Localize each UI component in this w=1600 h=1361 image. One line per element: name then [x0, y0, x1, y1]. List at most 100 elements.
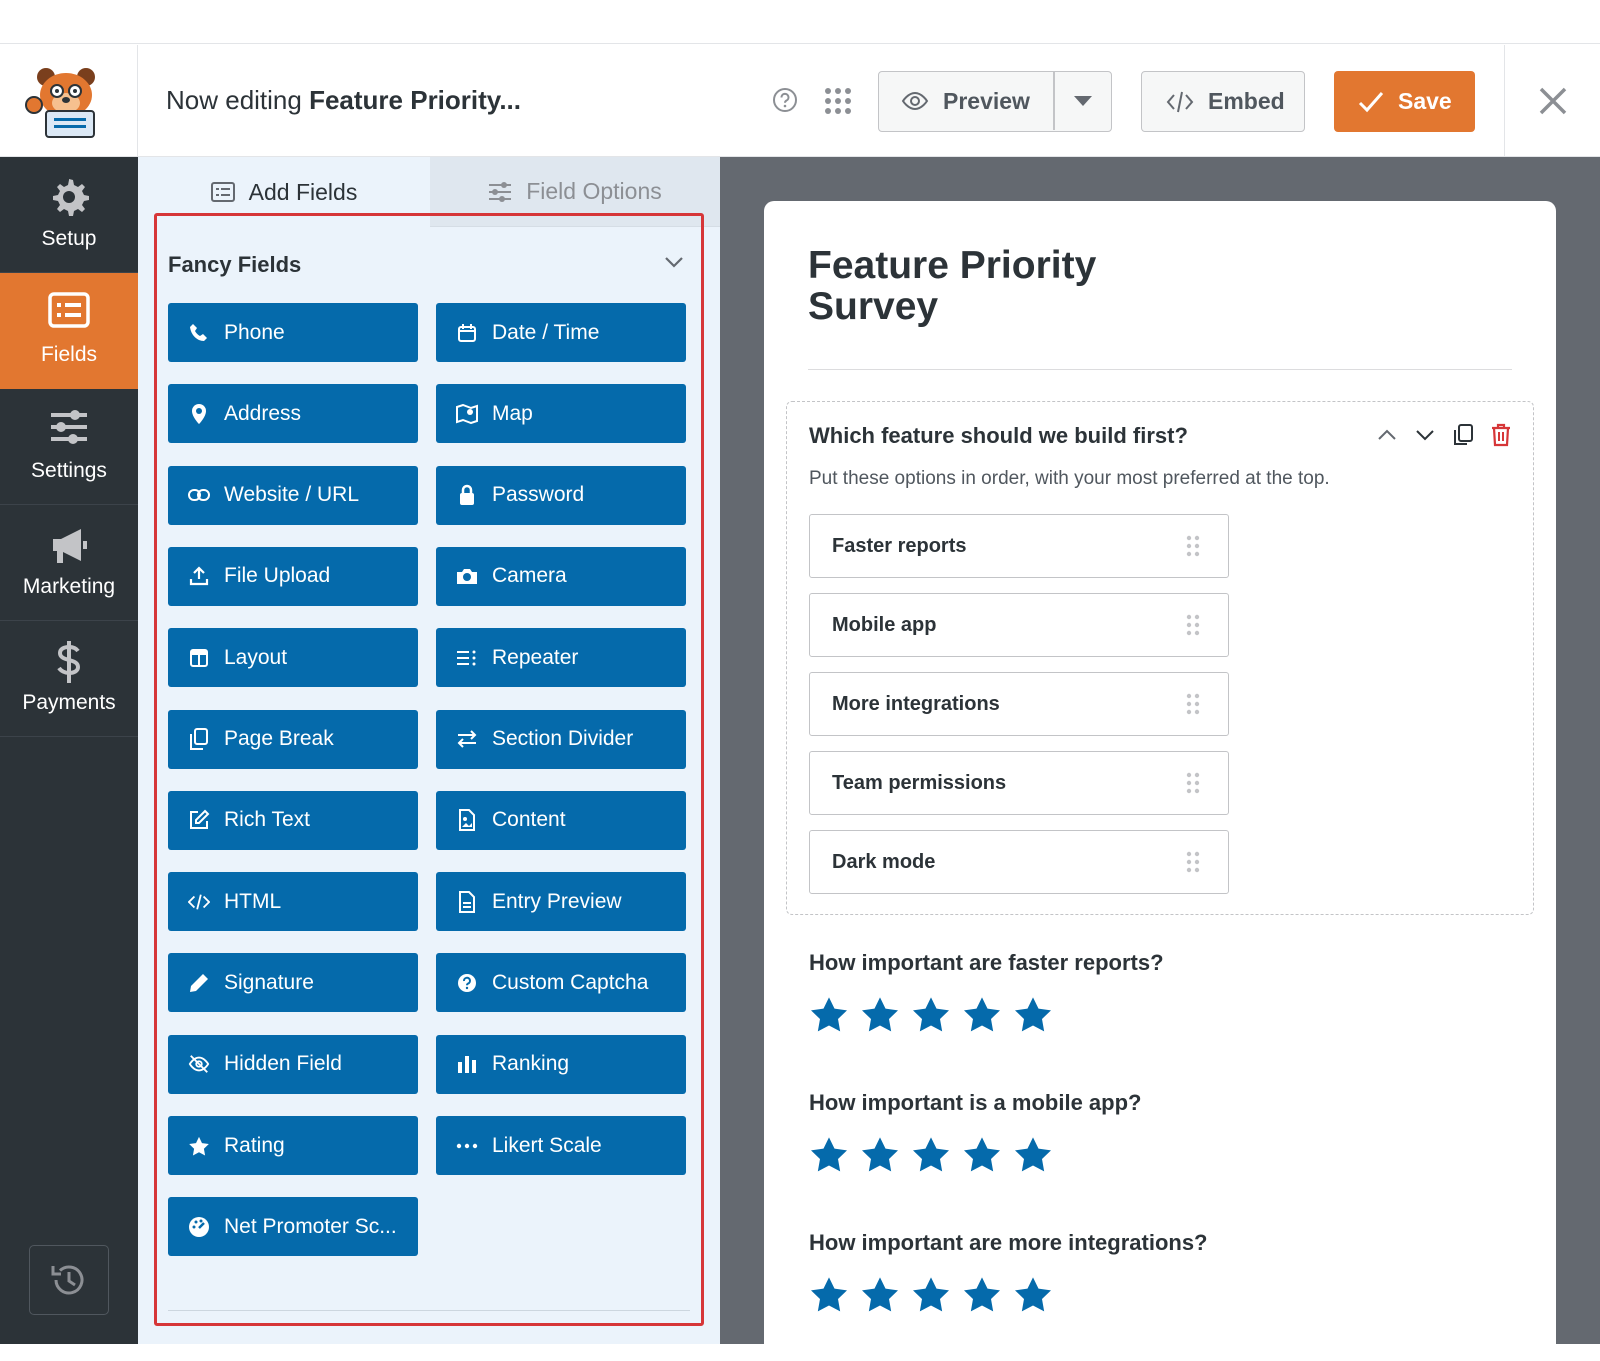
- nav-item-payments[interactable]: Payments: [0, 621, 138, 737]
- sliders-icon: [489, 181, 512, 202]
- ranking-option[interactable]: Dark mode: [809, 830, 1229, 894]
- preview-dropdown-toggle[interactable]: [1055, 72, 1111, 130]
- save-button[interactable]: Save: [1334, 71, 1475, 132]
- preview-button[interactable]: Preview: [879, 72, 1053, 130]
- nav-label: Fields: [40, 343, 98, 366]
- ranking-option[interactable]: Team permissions: [809, 751, 1229, 815]
- calendar-icon: [456, 322, 478, 344]
- wpforms-logo[interactable]: [0, 45, 138, 157]
- field-button-repeater[interactable]: Repeater: [436, 628, 686, 688]
- close-icon: [1539, 87, 1566, 115]
- list-form-icon: [48, 292, 90, 328]
- field-button-html[interactable]: HTML: [168, 872, 418, 932]
- star-icon[interactable]: [962, 995, 1002, 1038]
- star-icon[interactable]: [911, 995, 951, 1038]
- star-icon[interactable]: [809, 1135, 849, 1178]
- star-icon[interactable]: [911, 1275, 951, 1318]
- field-button-label: Entry Preview: [492, 889, 622, 913]
- star-icon[interactable]: [962, 1135, 1002, 1178]
- field-button-file-upload[interactable]: File Upload: [168, 546, 418, 606]
- field-button-website-url[interactable]: Website / URL: [168, 465, 418, 525]
- duplicate-icon[interactable]: [1452, 423, 1474, 447]
- field-button-signature[interactable]: Signature: [168, 953, 418, 1013]
- question-circle-icon[interactable]: [772, 87, 798, 113]
- star-icon[interactable]: [809, 1275, 849, 1318]
- form-preview-card: Feature Priority Survey Which feature sh…: [764, 201, 1556, 1361]
- star-icon[interactable]: [1013, 1275, 1053, 1318]
- ranking-option[interactable]: Mobile app: [809, 593, 1229, 657]
- gear-icon: [53, 179, 89, 216]
- chevron-up-icon[interactable]: [1376, 423, 1398, 447]
- field-button-section-divider[interactable]: Section Divider: [436, 709, 686, 769]
- star-icon[interactable]: [1013, 1135, 1053, 1178]
- field-button-label: Hidden Field: [224, 1052, 342, 1076]
- divider: [808, 369, 1512, 370]
- rating-question-label: How important is a mobile app?: [809, 1090, 1142, 1115]
- list-icon: [210, 182, 235, 202]
- grid-dots-icon[interactable]: [824, 87, 852, 115]
- field-button-ranking[interactable]: Ranking: [436, 1034, 686, 1094]
- ranking-option[interactable]: Faster reports: [809, 514, 1229, 578]
- field-button-rich-text[interactable]: Rich Text: [168, 790, 418, 850]
- rating-question-label: How important are faster reports?: [809, 950, 1164, 975]
- nav-label: Settings: [31, 459, 107, 482]
- history-icon: [51, 1265, 84, 1295]
- star-icon[interactable]: [860, 1275, 900, 1318]
- field-button-content[interactable]: Content: [436, 790, 686, 850]
- chevron-down-icon[interactable]: [1414, 423, 1436, 447]
- section-title-fancy-fields[interactable]: Fancy Fields: [168, 252, 301, 278]
- field-button-custom-captcha[interactable]: Custom Captcha: [436, 953, 686, 1013]
- drag-handle-icon[interactable]: [1186, 535, 1200, 563]
- field-button-hidden-field[interactable]: Hidden Field: [168, 1034, 418, 1094]
- star-icon[interactable]: [860, 995, 900, 1038]
- preview-label: Preview: [943, 87, 1030, 114]
- form-title: Feature Priority Survey: [808, 244, 1097, 328]
- star-icon[interactable]: [860, 1135, 900, 1178]
- field-button-label: Signature: [224, 970, 314, 994]
- nav-item-fields[interactable]: Fields: [0, 273, 138, 389]
- nav-item-marketing[interactable]: Marketing: [0, 505, 138, 621]
- field-button-label: Address: [224, 401, 302, 425]
- field-button-label: Website / URL: [224, 483, 359, 507]
- field-button-phone[interactable]: Phone: [168, 303, 418, 362]
- chevron-down-icon[interactable]: [664, 255, 684, 273]
- field-button-camera[interactable]: Camera: [436, 546, 686, 606]
- revisions-button[interactable]: [29, 1245, 109, 1315]
- ranking-option-label: Team permissions: [832, 771, 1007, 794]
- gauge-icon: [188, 1216, 210, 1238]
- star-icon[interactable]: [1013, 995, 1053, 1038]
- nav-label: Marketing: [22, 575, 116, 598]
- star-icon[interactable]: [962, 1275, 1002, 1318]
- file-text-icon: [456, 890, 478, 913]
- close-button[interactable]: [1504, 45, 1600, 157]
- star-icon[interactable]: [809, 995, 849, 1038]
- nav-item-setup[interactable]: Setup: [0, 157, 138, 273]
- field-button-label: Net Promoter Sc...: [224, 1214, 397, 1238]
- drag-handle-icon[interactable]: [1186, 851, 1200, 879]
- trash-icon[interactable]: [1490, 423, 1512, 447]
- field-button-entry-preview[interactable]: Entry Preview: [436, 872, 686, 932]
- drag-handle-icon[interactable]: [1186, 693, 1200, 721]
- star-rating: [809, 1275, 1053, 1318]
- star-icon: [188, 1135, 210, 1157]
- dollar-icon: [57, 641, 81, 683]
- field-button-likert-scale[interactable]: Likert Scale: [436, 1116, 686, 1175]
- field-button-net-promoter-sc[interactable]: Net Promoter Sc...: [168, 1197, 418, 1257]
- field-button-date-time[interactable]: Date / Time: [436, 303, 686, 362]
- embed-button[interactable]: Embed: [1141, 71, 1305, 132]
- drag-handle-icon[interactable]: [1186, 772, 1200, 800]
- pen-icon: [188, 972, 210, 994]
- field-button-address[interactable]: Address: [168, 384, 418, 444]
- field-button-password[interactable]: Password: [436, 465, 686, 525]
- bar-chart-icon: [456, 1053, 478, 1075]
- field-button-rating[interactable]: Rating: [168, 1116, 418, 1175]
- field-button-page-break[interactable]: Page Break: [168, 709, 418, 769]
- field-button-layout[interactable]: Layout: [168, 628, 418, 688]
- ranking-option-label: Mobile app: [832, 613, 937, 636]
- star-icon[interactable]: [911, 1135, 951, 1178]
- ranking-option[interactable]: More integrations: [809, 672, 1229, 736]
- phone-icon: [188, 322, 210, 344]
- field-button-map[interactable]: Map: [436, 384, 686, 444]
- drag-handle-icon[interactable]: [1186, 614, 1200, 642]
- nav-item-settings[interactable]: Settings: [0, 389, 138, 505]
